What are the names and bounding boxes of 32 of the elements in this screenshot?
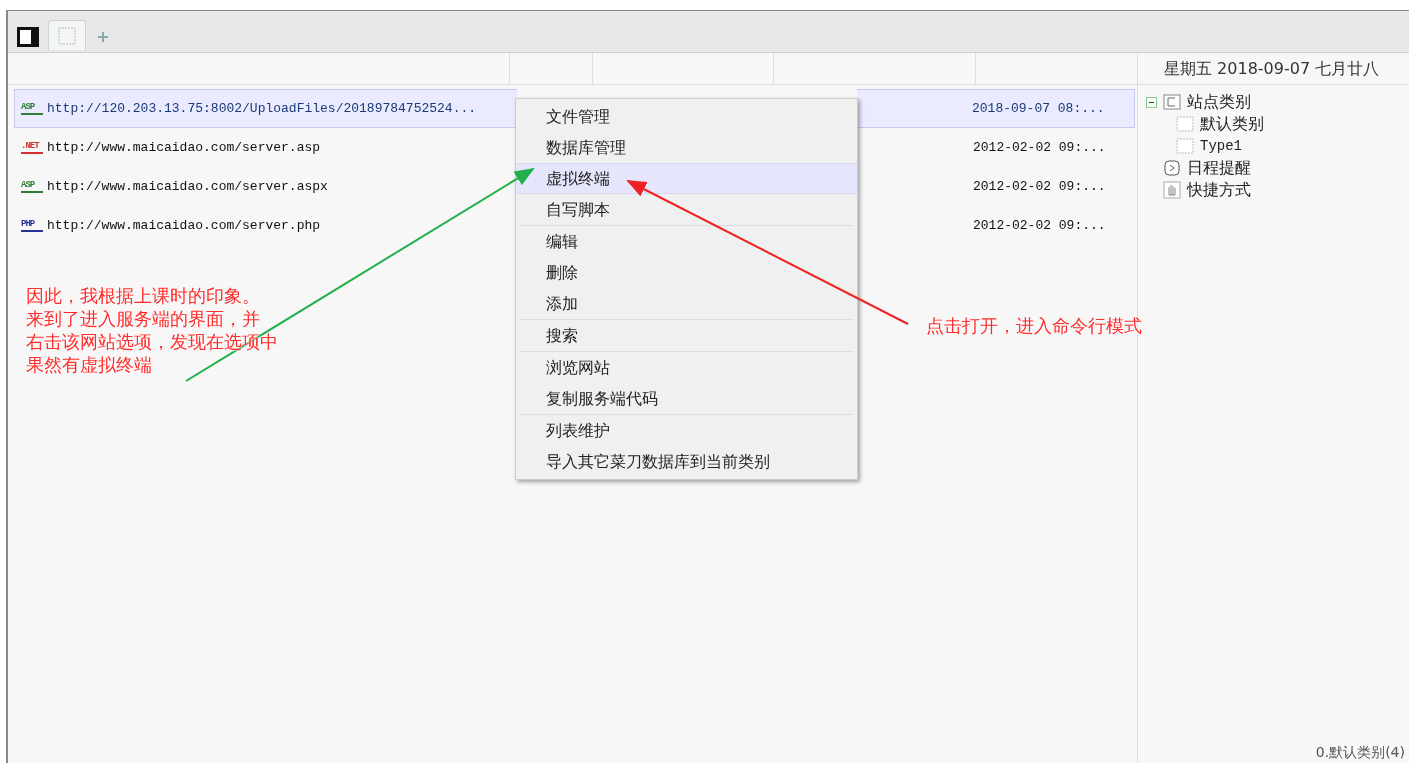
date-cell-text: 2012-02-02 09:... — [973, 138, 1106, 157]
tree-item[interactable]: 日程提醒 — [1187, 156, 1251, 180]
url-cell-text: http://www.maicaidao.com/server.aspx — [47, 177, 328, 196]
menu-item[interactable]: 搜索 — [516, 320, 857, 351]
url-cell-text: http://www.maicaidao.com/server.asp — [47, 138, 321, 157]
menu-item[interactable]: 删除 — [516, 257, 857, 288]
menu-item[interactable]: 添加 — [516, 288, 857, 319]
site-row[interactable]: .NET http://www.maicaidao.com/server.asp — [14, 128, 517, 167]
status-text: 0.默认类别(4) — [1315, 742, 1405, 762]
menu-item[interactable]: 浏览网站 — [516, 352, 857, 383]
menu-item[interactable]: 数据库管理 — [516, 132, 857, 163]
tree-item[interactable]: 站点类别 — [1187, 90, 1251, 114]
menu-item[interactable]: 列表维护 — [516, 415, 857, 446]
menu-item[interactable]: 导入其它菜刀数据库到当前类别 — [516, 446, 857, 477]
menu-item[interactable]: 文件管理 — [516, 101, 857, 132]
site-row[interactable]: ASP http://www.maicaidao.com/server.aspx — [14, 167, 517, 206]
tree-item[interactable]: Type1 — [1200, 135, 1242, 157]
date-cell-text: 2012-02-02 09:... — [973, 216, 1106, 235]
date-header: 星期五 2018-09-07 七月廿八 — [1164, 57, 1380, 80]
date-cell-text: 2018-09-07 08:... — [972, 99, 1105, 118]
annotation-note: 点击打开，进入命令行模式 — [926, 314, 1142, 337]
menu-item[interactable]: 复制服务端代码 — [516, 383, 857, 414]
menu-item[interactable]: 自写脚本 — [516, 194, 857, 225]
url-cell-text: http://120.203.13.75:8002/UploadFiles/20189784752524... — [47, 99, 477, 118]
site-row[interactable]: PHP http://www.maicaidao.com/server.php — [14, 206, 517, 245]
menu-item[interactable]: 编辑 — [516, 226, 857, 257]
url-cell-text: http://www.maicaidao.com/server.php — [47, 216, 321, 235]
site-row[interactable]: ASP http://120.203.13.75:8002/UploadFiles/20189784752524... — [14, 89, 517, 128]
tree-item[interactable]: 快捷方式 — [1187, 178, 1251, 202]
date-cell-text: 2012-02-02 09:... — [973, 177, 1106, 196]
menu-item[interactable]: 虚拟终端 — [516, 163, 857, 194]
tree-item[interactable]: 默认类别 — [1200, 112, 1264, 136]
